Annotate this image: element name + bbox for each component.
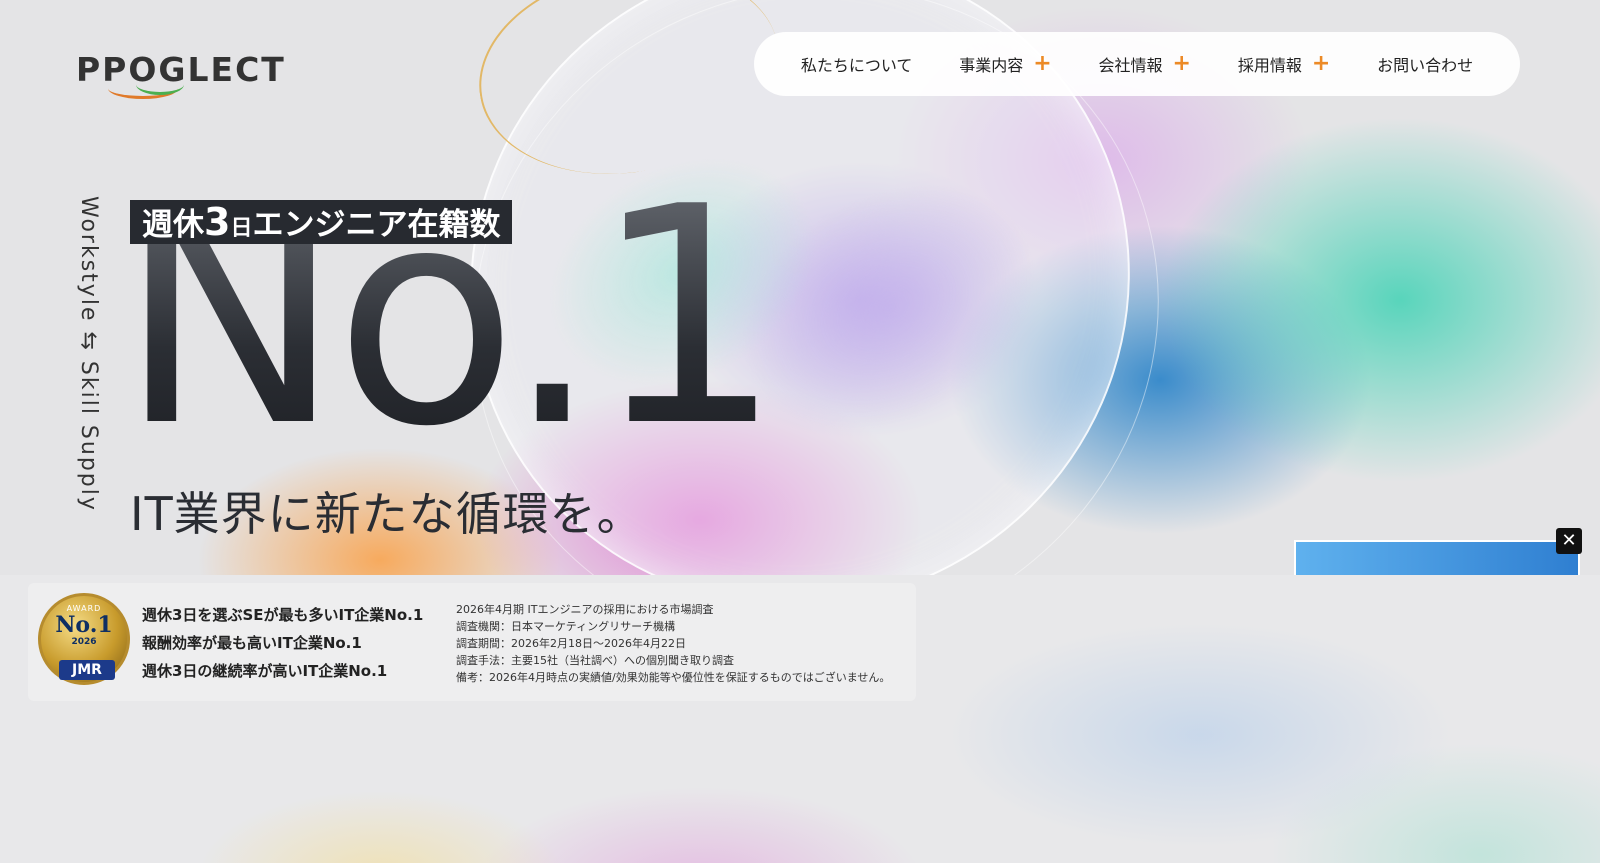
nav-item-label: 会社情報 [1098, 56, 1163, 75]
award-claim: 報酬効率が最も高いIT企業No.1 [142, 634, 362, 652]
award-claim: 週休3日を選ぶSEが最も多いIT企業No.1 [142, 606, 424, 624]
brand-logo[interactable]: PPOGLECT [76, 50, 284, 100]
award-note: 調査期間：2026年2月18日〜2026年4月22日 [456, 637, 686, 650]
vertical-slogan: Workstyle ⇆ Skill Supply [76, 196, 101, 512]
medal-org-text: JMR [59, 660, 115, 680]
award-panel: AWARD No.1 2026 JMR 週休3日を選ぶSEが最も多いIT企業No… [28, 583, 916, 701]
nav-item-contact[interactable]: お問い合わせ [1377, 52, 1473, 76]
nav-item-about[interactable]: 私たちについて [801, 52, 913, 76]
nav-item-label: 採用情報 [1237, 56, 1302, 75]
award-claim: 週休3日の継続率が高いIT企業No.1 [142, 662, 388, 680]
medal-no1-text: No.1 [55, 612, 113, 638]
nav-item-recruit[interactable]: 採用情報 + [1238, 52, 1330, 76]
hero-label: 週休3日エンジニア在籍数 [130, 200, 513, 244]
medal-year-text: 2026 [71, 637, 97, 647]
main-nav: 私たちについて 事業内容 + 会社情報 + 採用情報 + お問い合わせ [754, 32, 1520, 96]
award-notes: 2026年4月期 ITエンジニアの採用における市場調査 調査機関：日本マーケティ… [456, 601, 890, 686]
nav-item-company[interactable]: 会社情報 + [1099, 52, 1191, 76]
floating-banner[interactable] [1294, 540, 1580, 575]
logo-swoosh-green [136, 74, 184, 95]
hero-tagline: IT業界に新たな循環を。 [130, 487, 644, 541]
label-post: エンジニア在籍数 [252, 207, 501, 243]
nav-item-label: お問い合わせ [1377, 56, 1474, 75]
label-pre: 週休 [142, 207, 204, 243]
award-note: 2026年4月期 ITエンジニアの採用における市場調査 [456, 603, 714, 616]
plus-icon: + [1172, 51, 1191, 76]
award-medal-icon: AWARD No.1 2026 JMR [38, 593, 130, 685]
plus-icon: + [1033, 51, 1052, 76]
award-note: 備考：2026年4月時点の実績値/効果効能等や優位性を保証するものではございませ… [456, 671, 891, 684]
nav-item-business[interactable]: 事業内容 + [959, 52, 1051, 76]
nav-item-label: 私たちについて [800, 56, 913, 75]
label-unit: 日 [230, 216, 253, 241]
label-number: 3 [204, 200, 231, 244]
award-note: 調査機関：日本マーケティングリサーチ機構 [456, 620, 676, 633]
award-note: 調査手法：主要15社（当社調べ）への個別聞き取り調査 [456, 654, 734, 667]
nav-item-label: 事業内容 [959, 56, 1024, 75]
close-icon[interactable]: ✕ [1556, 528, 1582, 554]
award-claims: 週休3日を選ぶSEが最も多いIT企業No.1 報酬効率が最も高いIT企業No.1… [142, 601, 423, 685]
plus-icon: + [1311, 51, 1331, 76]
hero-section: PPOGLECT 私たちについて 事業内容 + 会社情報 + 採用情報 + お問… [0, 0, 1600, 575]
